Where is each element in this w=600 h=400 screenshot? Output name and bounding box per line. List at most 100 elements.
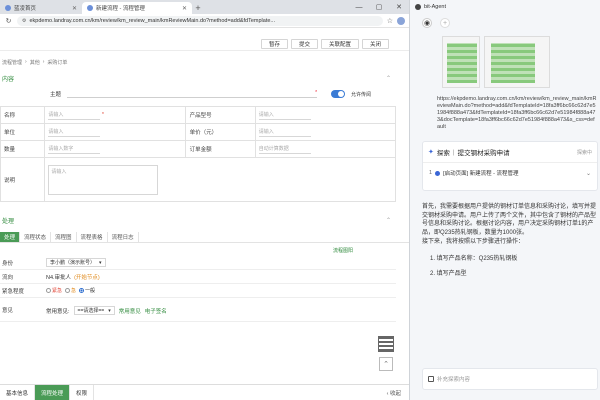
field-cell: 请输入 xyxy=(254,106,397,124)
collapse-icon[interactable]: ⌃ xyxy=(386,75,391,82)
tab-flow-status[interactable]: 流程状态 xyxy=(20,232,52,242)
chevron-down-icon: ▾ xyxy=(108,307,111,314)
required-mark: * xyxy=(315,90,318,96)
close-tab-icon[interactable]: ✕ xyxy=(182,5,187,12)
identity-label: 身份 xyxy=(2,260,14,267)
new-tab-icon[interactable]: + xyxy=(192,2,204,14)
bottom-bar: 基本信息 流程处理 权限 ‹ 收起 xyxy=(0,384,409,400)
agent-icon-row: ◉ + xyxy=(410,14,600,32)
close-button[interactable]: 关闭 xyxy=(361,38,389,49)
content-section-header[interactable]: 内容 ⌃ xyxy=(0,72,409,84)
name-input[interactable]: 请输入 xyxy=(48,111,101,120)
form-toolbar: 暂存 提交 关联配置 关闭 xyxy=(0,37,409,51)
tab-handle[interactable]: 处理 xyxy=(0,232,21,242)
tab-label: 蓝凌首页 xyxy=(14,6,37,12)
breadcrumb-item[interactable]: 其他 xyxy=(30,59,40,66)
close-tab-icon[interactable]: ✕ xyxy=(72,5,77,12)
agent-home-icon[interactable]: ◉ xyxy=(422,18,432,28)
tab-flowchart[interactable]: 流程图 xyxy=(51,232,77,242)
identity-select[interactable]: 李小鹏（演示账号） ▾ xyxy=(46,258,106,267)
add-icon[interactable]: + xyxy=(440,18,450,28)
process-handle-button[interactable]: 流程处理 xyxy=(35,384,71,400)
breadcrumb-item[interactable]: 流程管理 xyxy=(2,59,22,66)
urgency-options: 紧急 急 一般 xyxy=(46,287,95,294)
close-window-icon[interactable]: ✕ xyxy=(389,3,409,11)
submit-button[interactable]: 提交 xyxy=(290,38,318,49)
radio-label: 急 xyxy=(71,288,77,294)
form-row: 数量 请输入数字 订单金额 自动计算数据 xyxy=(0,140,397,158)
address-bar[interactable]: ⚙ ekpdemo.landray.com.cn/km/review/km_re… xyxy=(17,15,383,26)
qr-code-icon[interactable] xyxy=(378,336,394,352)
unit-input[interactable]: 请输入 xyxy=(48,128,101,137)
radio-label: 一般 xyxy=(85,288,96,294)
url-text: ekpdemo.landray.com.cn/km/review/km_revi… xyxy=(29,17,276,24)
common-opinion-link[interactable]: 常用意见 xyxy=(119,307,141,315)
urgency-row: 紧急程度 紧急 急 一般 xyxy=(0,284,396,298)
bookmark-star-icon[interactable]: ☆ xyxy=(387,17,393,25)
allow-circulate-toggle[interactable] xyxy=(331,90,346,98)
related-config-button[interactable]: 关联配置 xyxy=(320,38,359,49)
form-row: 单位 请输入 单价（元） 请输入 xyxy=(0,123,397,141)
common-opinion-select[interactable]: ==请选择== ▾ xyxy=(73,306,115,315)
breadcrumb: 流程管理 › 其他 › 采购订单 xyxy=(0,56,409,68)
agent-reply: 首先，我需要根据用户提供的钢材订单信息和采购讨论，填写并提交钢材采购申请。用户上… xyxy=(422,203,598,279)
field-cell: 请输入 xyxy=(44,157,396,202)
task-step[interactable]: 1 [启动页面] 新建流程 - 流程管理 ⌄ xyxy=(423,163,597,183)
profile-avatar[interactable] xyxy=(397,16,405,25)
flowchart-link[interactable]: 流程图阳 xyxy=(0,247,353,256)
task-card-label: 探索 xyxy=(436,150,450,157)
explore-task-card: ✦ 探索 | 提交钢材采购申请 探索中 1 [启动页面] 新建流程 - 流程管理… xyxy=(422,141,598,191)
task-status: 探索中 xyxy=(576,149,592,156)
urgency-radio-urgent[interactable]: 紧急 xyxy=(46,287,62,294)
message-url[interactable]: https://ekpdemo.landray.com.cn/km/review… xyxy=(437,96,597,131)
site-info-icon[interactable]: ⚙ xyxy=(22,18,26,24)
order-amount-input[interactable]: 自动计算数据 xyxy=(258,145,311,154)
form-row: 说明 请输入 xyxy=(0,157,396,202)
browser-tab-home[interactable]: 蓝凌首页 ✕ xyxy=(0,2,82,14)
task-card-header: ✦ 探索 | 提交钢材采购申请 探索中 xyxy=(423,142,597,163)
reload-icon[interactable]: ↻ xyxy=(4,17,13,25)
site-favicon-icon xyxy=(87,5,93,11)
subject-input[interactable]: * xyxy=(67,90,318,98)
process-tabs: 处理 流程状态 流程图 流程表格 流程日志 xyxy=(0,232,409,243)
radio-icon xyxy=(65,288,71,293)
back-to-top-icon[interactable]: ⌃ xyxy=(379,357,393,371)
chevron-down-icon[interactable]: ⌄ xyxy=(586,170,591,177)
opinion-label: 意见 xyxy=(2,307,14,314)
step-list: 1. 填写产品名称：Q235热轧钢板 2. 填写产品型 xyxy=(422,255,598,279)
collapse-icon[interactable]: ⌃ xyxy=(386,217,391,224)
tab-flow-table[interactable]: 流程表格 xyxy=(77,232,108,242)
browser-tab-active[interactable]: 新建流程 - 流程管理 ✕ xyxy=(82,2,192,14)
maximize-icon[interactable]: ▢ xyxy=(369,3,389,11)
browser-window: 蓝凌首页 ✕ 新建流程 - 流程管理 ✕ + — ▢ ✕ ↻ ⚙ ekpdemo… xyxy=(0,0,410,400)
minimize-icon[interactable]: — xyxy=(349,4,369,11)
task-card-title: 提交钢材采购申请 xyxy=(457,150,510,157)
breadcrumb-separator: › xyxy=(25,59,27,65)
field-label: 单价（元） xyxy=(184,123,256,141)
urgency-radio-quick[interactable]: 急 xyxy=(65,287,76,294)
tab-flow-log[interactable]: 流程日志 xyxy=(108,232,139,242)
file-thumbnail[interactable] xyxy=(484,36,550,88)
quantity-input[interactable]: 请输入数字 xyxy=(48,145,101,154)
select-value: ==请选择== xyxy=(77,308,105,314)
process-section-header[interactable]: 处理 ⌃ xyxy=(0,214,409,226)
remark-textarea[interactable]: 请输入 xyxy=(48,164,159,195)
breadcrumb-item: 采购订单 xyxy=(47,59,68,66)
step-number: 1 xyxy=(429,170,433,176)
field-cell: 自动计算数据 xyxy=(254,140,397,158)
save-draft-button[interactable]: 暂存 xyxy=(260,38,288,49)
field-cell: 请输入 xyxy=(254,123,397,141)
e-signature-link[interactable]: 电子签名 xyxy=(145,307,167,315)
model-input[interactable]: 请输入 xyxy=(258,111,311,120)
order-form-table: 名称 请输入 * 产品型号 请输入 单位 请输入 单价（元） 请输入 数量 请输… xyxy=(0,106,397,202)
agent-input[interactable]: 补充探索内容 xyxy=(422,368,598,390)
urgency-radio-normal[interactable]: 一般 xyxy=(79,287,95,294)
basic-info-button[interactable]: 基本信息 xyxy=(0,384,36,400)
common-opinion-label: 常用意见: xyxy=(46,308,70,315)
file-thumbnail[interactable] xyxy=(442,36,480,88)
permission-button[interactable]: 权限 xyxy=(70,384,95,400)
fold-button[interactable]: ‹ 收起 xyxy=(387,389,401,397)
field-label: 名称 xyxy=(0,106,46,124)
unit-price-input[interactable]: 请输入 xyxy=(258,128,311,137)
start-node-tag: (开始节点) xyxy=(74,274,100,281)
